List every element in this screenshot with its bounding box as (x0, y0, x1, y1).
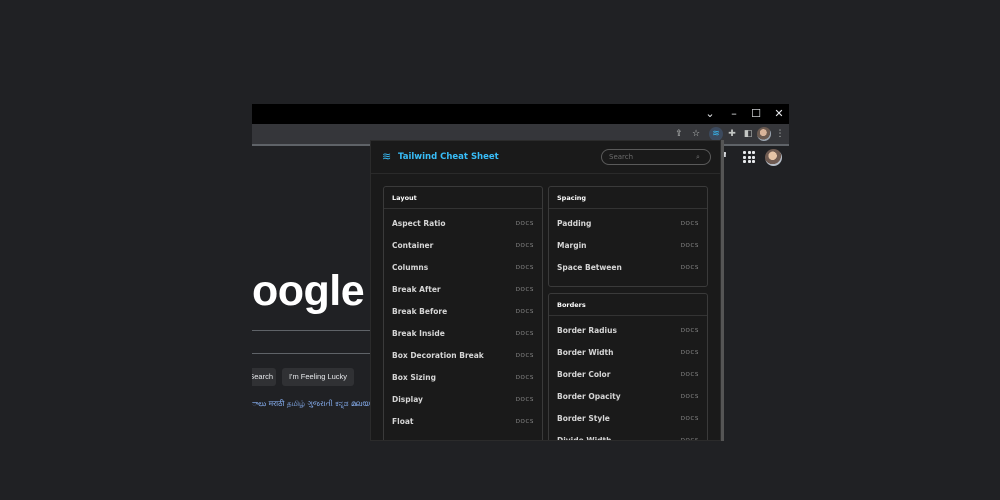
cheatsheet-item[interactable]: Break After DOCS (384, 279, 542, 301)
docs-link[interactable]: DOCS (516, 279, 534, 301)
cheatsheet-item[interactable]: Space Between DOCS (549, 257, 707, 279)
google-search-box[interactable] (252, 330, 370, 331)
tailwind-cheatsheet-popup: ≋ Tailwind Cheat Sheet ⌕ Layout Aspect R… (370, 140, 721, 441)
card-title: Spacing (549, 187, 707, 209)
item-label: Box Sizing (392, 373, 436, 382)
item-label: Border Color (557, 370, 611, 379)
item-label: Box Decoration Break (392, 351, 484, 360)
docs-link[interactable]: DOCS (516, 235, 534, 257)
item-label: Columns (392, 263, 429, 272)
item-label: Padding (557, 219, 592, 228)
item-label: Display (392, 395, 423, 404)
bookmark-star-icon[interactable]: ☆ (689, 127, 703, 141)
item-label: Break After (392, 285, 441, 294)
item-label: Border Radius (557, 326, 617, 335)
spacing-card: Spacing Padding DOCS Margin DOCS Space Betwe… (548, 186, 708, 287)
feeling-lucky-button[interactable]: I'm Feeling Lucky (282, 368, 354, 386)
menu-kebab-icon[interactable]: ⋮ (773, 127, 787, 141)
cheatsheet-item[interactable]: Break Inside DOCS (384, 323, 542, 345)
docs-link[interactable]: DOCS (681, 235, 699, 257)
cheatsheet-item[interactable]: Padding DOCS (549, 213, 707, 235)
cheatsheet-item[interactable]: Border Width DOCS (549, 342, 707, 364)
share-icon[interactable]: ⇪ (672, 127, 686, 141)
item-label: Margin (557, 241, 587, 250)
docs-link[interactable]: DOCS (681, 430, 699, 440)
cheatsheet-item[interactable]: Margin DOCS (549, 235, 707, 257)
cheatsheet-item[interactable]: Box Sizing DOCS (384, 367, 542, 389)
item-label: Float (392, 417, 414, 426)
item-label: Aspect Ratio (392, 219, 446, 228)
close-icon[interactable]: ✕ (768, 104, 789, 124)
cheatsheet-item[interactable]: Columns DOCS (384, 257, 542, 279)
cheatsheet-item[interactable]: Break Before DOCS (384, 301, 542, 323)
card-title: Borders (549, 294, 707, 316)
maximize-icon[interactable]: ☐ (745, 104, 767, 124)
item-label: Border Opacity (557, 392, 621, 401)
item-label: Break Inside (392, 329, 445, 338)
layout-card: Layout Aspect Ratio DOCS Container DOCS Colu… (383, 186, 543, 440)
search-field[interactable]: ⌕ (601, 149, 711, 165)
docs-link[interactable]: DOCS (681, 386, 699, 408)
docs-link[interactable]: DOCS (681, 342, 699, 364)
docs-link[interactable]: DOCS (516, 257, 534, 279)
docs-link[interactable]: DOCS (516, 367, 534, 389)
google-search-box-bottom (252, 353, 370, 354)
item-label: Break Before (392, 307, 448, 316)
cheatsheet-item[interactable]: Display DOCS (384, 389, 542, 411)
google-search-button[interactable]: Search (252, 368, 276, 386)
docs-link[interactable]: DOCS (516, 411, 534, 433)
extensions-puzzle-icon[interactable]: ✚ (725, 127, 739, 141)
tab-search-icon[interactable]: ⌄ (699, 104, 721, 124)
tailwind-extension-icon[interactable]: ≋ (709, 127, 723, 141)
spacing-list: Padding DOCS Margin DOCS Space Between DOCS (549, 209, 707, 279)
docs-link[interactable]: DOCS (681, 408, 699, 430)
docs-link[interactable]: DOCS (516, 389, 534, 411)
minimize-icon[interactable]: – (723, 104, 745, 124)
cheatsheet-item[interactable]: Container DOCS (384, 235, 542, 257)
docs-link[interactable]: DOCS (516, 345, 534, 367)
item-label: Divide Width (557, 436, 612, 441)
search-input[interactable] (609, 151, 694, 163)
google-account-avatar[interactable] (765, 149, 782, 166)
popup-scrollbar[interactable] (721, 140, 724, 441)
cheatsheet-item[interactable]: Border Color DOCS (549, 364, 707, 386)
browser-window: ⌄ – ☐ ✕ ⇪ ☆ ≋ ✚ ◧ ⋮ Images oogle Search … (252, 104, 789, 441)
docs-link[interactable]: DOCS (681, 320, 699, 342)
google-logo-clip: oogle (252, 104, 368, 344)
docs-link[interactable]: DOCS (681, 257, 699, 279)
cheatsheet-item[interactable]: Aspect Ratio DOCS (384, 213, 542, 235)
cheatsheet-item[interactable]: Box Decoration Break DOCS (384, 345, 542, 367)
language-links[interactable]: ాలు मराठी தமிழ் ગુજરાતી ಕನ್ನಡ മലയാളം (252, 399, 370, 410)
google-apps-icon[interactable] (743, 151, 755, 163)
item-label: Space Between (557, 263, 622, 272)
cheatsheet-item[interactable]: Border Radius DOCS (549, 320, 707, 342)
popup-title: Tailwind Cheat Sheet (398, 152, 499, 162)
layout-list: Aspect Ratio DOCS Container DOCS Columns DOCS… (384, 209, 542, 433)
docs-link[interactable]: DOCS (681, 213, 699, 235)
borders-list: Border Radius DOCS Border Width DOCS Border … (549, 316, 707, 441)
tailwind-logo-icon: ≋ (382, 150, 392, 163)
side-panel-icon[interactable]: ◧ (741, 127, 755, 141)
cheatsheet-item[interactable]: Border Style DOCS (549, 408, 707, 430)
cheatsheet-item[interactable]: Float DOCS (384, 411, 542, 433)
profile-avatar[interactable] (757, 127, 771, 141)
cheatsheet-item[interactable]: Divide Width DOCS (549, 430, 707, 441)
popup-header: ≋ Tailwind Cheat Sheet ⌕ (371, 141, 720, 174)
docs-link[interactable]: DOCS (516, 213, 534, 235)
google-logo: oogle (252, 267, 365, 315)
docs-link[interactable]: DOCS (681, 364, 699, 386)
item-label: Border Width (557, 348, 614, 357)
item-label: Border Style (557, 414, 610, 423)
item-label: Container (392, 241, 434, 250)
cheatsheet-item[interactable]: Border Opacity DOCS (549, 386, 707, 408)
docs-link[interactable]: DOCS (516, 323, 534, 345)
borders-card: Borders Border Radius DOCS Border Width DOC… (548, 293, 708, 441)
card-title: Layout (384, 187, 542, 209)
search-icon: ⌕ (696, 153, 700, 161)
docs-link[interactable]: DOCS (516, 301, 534, 323)
